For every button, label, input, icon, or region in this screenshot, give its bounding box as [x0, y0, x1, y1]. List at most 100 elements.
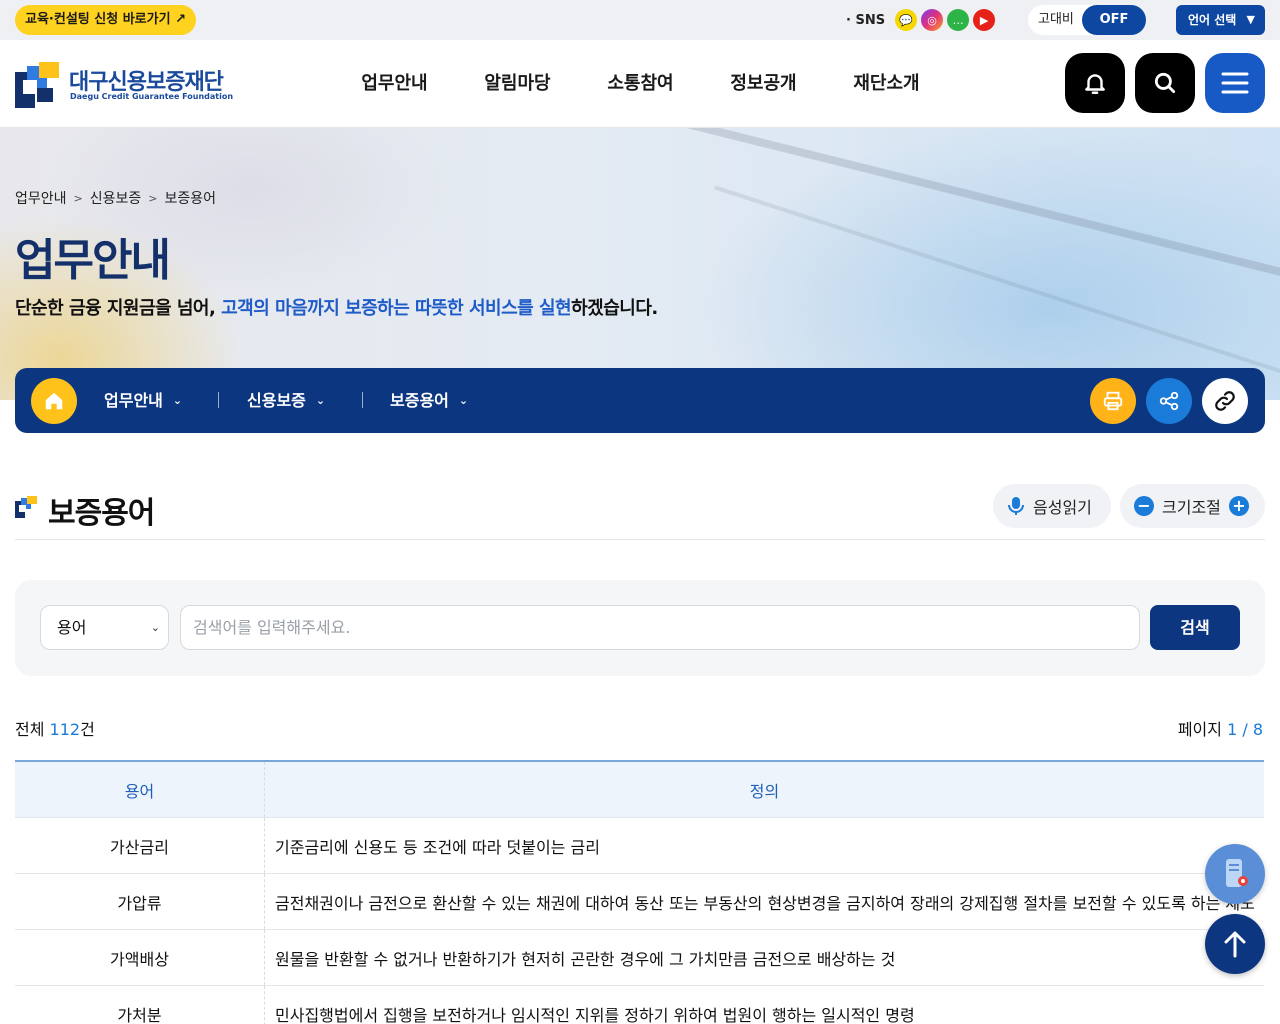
- table-row: 가액배상 원물을 반환할 수 없거나 반환하기가 현저히 곤란한 경우에 그 가…: [15, 930, 1264, 986]
- term-cell: 가처분: [15, 986, 265, 1024]
- sub-visual-banner: 업무안내 > 신용보증 > 보증용어 업무안내 단순한 금융 지원금을 넘어, …: [0, 128, 1280, 400]
- breadcrumb-item[interactable]: 신용보증: [90, 188, 142, 208]
- slogan-highlight: 고객의 마음까지 보증하는 따뜻한 서비스를 실현: [221, 298, 572, 319]
- breadcrumb-separator: >: [73, 191, 83, 205]
- language-select[interactable]: 언어 선택 ▼: [1176, 5, 1265, 35]
- definition-cell: 기준금리에 신용도 등 조건에 따라 덧붙이는 금리: [275, 837, 600, 857]
- nav-item-business[interactable]: 업무안내: [333, 40, 456, 128]
- caret-down-icon: ▼: [1246, 13, 1255, 26]
- logo-english: Daegu Credit Guarantee Foundation: [70, 92, 234, 101]
- nav-item-disclosure[interactable]: 정보공개: [702, 40, 825, 128]
- background-decoration: [629, 128, 1280, 279]
- search-submit-button[interactable]: 검색: [1150, 605, 1240, 650]
- mobile-phone-icon: [1226, 859, 1248, 887]
- content-title: 보증용어: [48, 496, 155, 531]
- contrast-toggle[interactable]: OFF: [1082, 5, 1146, 35]
- voice-read-button[interactable]: 음성읽기: [993, 484, 1111, 528]
- talk-icon[interactable]: …: [947, 9, 970, 31]
- arrow-up-icon: [1224, 931, 1246, 958]
- location-depth2[interactable]: 신용보증 ⌄: [247, 368, 325, 433]
- share-button[interactable]: [1146, 378, 1192, 424]
- slogan-pre: 단순한 금융 지원금을 넘어,: [15, 298, 222, 319]
- top-utility-bar: 교육·컨설팅 신청 바로가기 ↗ · SNS 💬 ◎ … ▶ 고대비 OFF 언…: [0, 0, 1280, 40]
- share-icon: [1159, 391, 1179, 411]
- logo-mark-icon: [15, 62, 59, 108]
- table-row: 가압류 금전채권이나 금전으로 환산할 수 있는 채권에 대하여 동산 또는 부…: [15, 874, 1264, 930]
- title-mark-icon: [15, 496, 37, 518]
- location-depth1[interactable]: 업무안내 ⌄: [104, 368, 182, 433]
- bell-icon: [1085, 74, 1105, 94]
- table-header-row: 용어 정의: [15, 762, 1264, 818]
- term-cell: 가산금리: [15, 818, 265, 873]
- contrast-label: 고대비: [1038, 12, 1074, 27]
- scroll-to-top-button[interactable]: [1205, 914, 1265, 974]
- background-decoration: [714, 185, 1280, 375]
- link-icon: [1215, 391, 1235, 411]
- menu-button[interactable]: [1205, 53, 1265, 113]
- search-type-select[interactable]: 용어 ⌄: [40, 605, 169, 650]
- search-panel: 용어 ⌄ 검색: [15, 580, 1265, 676]
- font-size-increase-button[interactable]: +: [1228, 496, 1249, 516]
- total-count: 전체 112건: [15, 716, 95, 740]
- location-depth3[interactable]: 보증용어 ⌄: [390, 368, 468, 433]
- total-number: 112: [49, 720, 81, 739]
- term-cell: 가압류: [15, 874, 265, 929]
- page-value: 1 / 8: [1227, 720, 1263, 739]
- page-title: 업무안내: [15, 235, 171, 286]
- table-row: 가처분 민사집행법에서 집행을 보전하거나 임시적인 지위를 정하기 위하여 법…: [15, 986, 1264, 1024]
- slogan: 단순한 금융 지원금을 넘어, 고객의 마음까지 보증하는 따뜻한 서비스를 실…: [15, 294, 658, 320]
- print-button[interactable]: [1090, 378, 1136, 424]
- hamburger-icon: [1221, 72, 1249, 94]
- chevron-down-icon: ⌄: [458, 394, 469, 407]
- location-depth1-label: 업무안내: [104, 391, 163, 410]
- nav-item-community[interactable]: 소통참여: [579, 40, 702, 128]
- site-header: 대구신용보증재단 Daegu Credit Guarantee Foundati…: [0, 40, 1280, 128]
- instagram-icon[interactable]: ◎: [921, 9, 944, 31]
- sns-label: · SNS: [846, 12, 886, 28]
- breadcrumb-item[interactable]: 보증용어: [165, 188, 217, 208]
- kakao-icon[interactable]: 💬: [895, 9, 918, 31]
- breadcrumb-item[interactable]: 업무안내: [15, 188, 67, 208]
- column-header-term: 용어: [15, 762, 265, 817]
- divider: [362, 392, 363, 408]
- search-icon: [1154, 72, 1176, 94]
- copy-link-button[interactable]: [1202, 378, 1248, 424]
- high-contrast-switch[interactable]: 고대비 OFF: [1028, 5, 1146, 35]
- search-button[interactable]: [1135, 53, 1195, 113]
- breadcrumb-separator: >: [148, 191, 158, 205]
- term-cell: 가액배상: [15, 930, 265, 985]
- home-button[interactable]: [31, 378, 77, 424]
- voice-read-label: 음성읽기: [1033, 498, 1092, 517]
- chevron-down-icon: ⌄: [315, 394, 326, 407]
- location-depth3-label: 보증용어: [390, 391, 449, 410]
- location-depth2-label: 신용보증: [247, 391, 306, 410]
- youtube-icon[interactable]: ▶: [973, 9, 996, 31]
- mobile-app-floating-button[interactable]: [1205, 844, 1265, 904]
- page-prefix: 페이지: [1177, 720, 1222, 739]
- language-label: 언어 선택: [1188, 13, 1237, 27]
- font-size-decrease-button[interactable]: −: [1134, 496, 1154, 516]
- nav-item-notice[interactable]: 알림마당: [456, 40, 579, 128]
- location-bar: 업무안내 ⌄ 신용보증 ⌄ 보증용어 ⌄: [15, 368, 1265, 433]
- column-header-definition: 정의: [749, 781, 780, 801]
- edu-consulting-link[interactable]: 교육·컨설팅 신청 바로가기 ↗: [15, 5, 196, 35]
- terms-table: 용어 정의 가산금리 기준금리에 신용도 등 조건에 따라 덧붙이는 금리 가압…: [15, 760, 1264, 1024]
- chevron-down-icon: ⌄: [150, 621, 160, 634]
- content-heading: 보증용어 음성읽기 − 크기조절 +: [15, 474, 1265, 540]
- nav-item-about[interactable]: 재단소개: [825, 40, 948, 128]
- home-icon: [45, 392, 63, 410]
- breadcrumb: 업무안내 > 신용보증 > 보증용어: [15, 188, 216, 208]
- definition-cell: 금전채권이나 금전으로 환산할 수 있는 채권에 대하여 동산 또는 부동산의 …: [275, 893, 1255, 913]
- site-logo[interactable]: 대구신용보증재단 Daegu Credit Guarantee Foundati…: [15, 60, 233, 110]
- table-row: 가산금리 기준금리에 신용도 등 조건에 따라 덧붙이는 금리: [15, 818, 1264, 874]
- notification-button[interactable]: [1065, 53, 1125, 113]
- slogan-post: 하겠습니다.: [571, 298, 658, 319]
- font-size-label: 크기조절: [1162, 498, 1221, 517]
- main-nav: 업무안내 알림마당 소통참여 정보공개 재단소개: [333, 40, 948, 128]
- divider: [218, 392, 219, 408]
- sns-links: · SNS 💬 ◎ … ▶: [846, 8, 996, 32]
- search-input[interactable]: [180, 605, 1140, 650]
- definition-cell: 민사집행법에서 집행을 보전하거나 임시적인 지위를 정하기 위하여 법원이 행…: [275, 1005, 915, 1024]
- total-suffix: 건: [80, 720, 95, 739]
- page-indicator: 페이지 1 / 8: [1178, 716, 1263, 740]
